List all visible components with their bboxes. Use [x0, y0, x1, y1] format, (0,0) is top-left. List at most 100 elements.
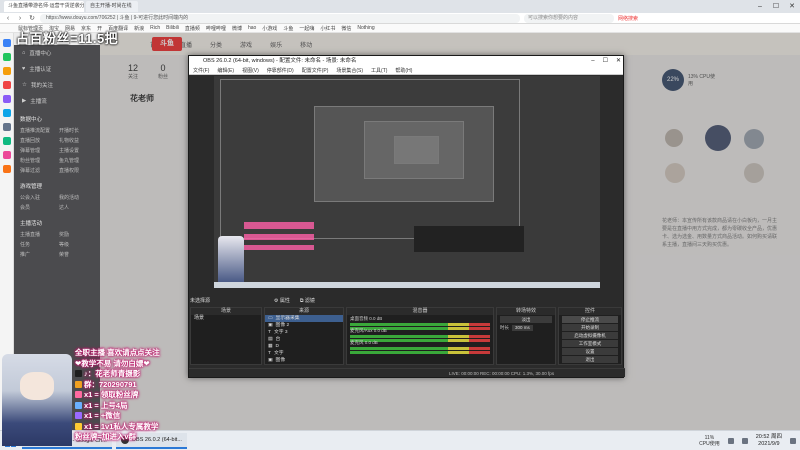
creator-grid-item[interactable]: 弹幕过滤	[20, 167, 55, 174]
creator-grid-item[interactable]: 主播直播	[20, 231, 55, 238]
notification-icon[interactable]	[790, 438, 796, 444]
tray-clock[interactable]: 20:52 周四 2021/9/9	[756, 434, 782, 448]
creator-grid-item[interactable]: 鱼丸管理	[59, 157, 94, 164]
source-item[interactable]: T 文字 3	[265, 329, 343, 336]
app-icon[interactable]	[2, 39, 11, 47]
creator-grid-item[interactable]: 直播权限	[59, 167, 94, 174]
control-button[interactable]: 开始录制	[562, 324, 618, 331]
back-icon[interactable]: ‹	[4, 15, 12, 22]
obs-preview[interactable]	[214, 76, 600, 288]
bookmark-item[interactable]: 斗鱼	[283, 25, 293, 32]
source-type-icon: T	[268, 330, 271, 335]
source-item[interactable]: T 文字	[265, 350, 343, 357]
control-button[interactable]: 工作室模式	[562, 340, 618, 347]
source-item[interactable]: ▭ 显示器采集	[265, 315, 343, 322]
control-button[interactable]: 启动虚拟摄像机	[562, 332, 618, 339]
close-icon[interactable]: ✕	[616, 56, 621, 66]
creator-grid-item[interactable]: 会员	[20, 204, 55, 211]
creator-grid-item[interactable]: 礼物收益	[59, 137, 94, 144]
creator-menu-item[interactable]: ♥ 主播认证	[14, 61, 100, 77]
mixer-dock: 混音器 桌面音频 0.0 dB 麦克风/Aux 0.0 dB 麦克风 0.0 dB	[346, 307, 494, 365]
creator-grid-item[interactable]: 荣誉	[59, 251, 94, 258]
duration-input[interactable]: 300 ms	[512, 325, 533, 331]
filters-tab[interactable]: ⧉ 滤镜	[300, 297, 315, 304]
bookmark-item[interactable]: 哔哩哔哩	[206, 25, 226, 32]
bookmark-item[interactable]: 一起嗨	[299, 25, 314, 32]
source-item[interactable]: ▤ 台	[265, 336, 343, 343]
obs-menu-item[interactable]: 配置文件(P)	[302, 67, 329, 74]
creator-menu-item[interactable]: ☆ 我的关注	[14, 77, 100, 93]
minimize-icon[interactable]: –	[591, 56, 594, 66]
control-button[interactable]: 退出	[562, 356, 618, 363]
app-icon[interactable]	[2, 53, 11, 61]
obs-menu-item[interactable]: 视图(V)	[242, 67, 259, 74]
creator-grid-item[interactable]: 直播回放	[20, 137, 55, 144]
control-button[interactable]: 设置	[562, 348, 618, 355]
source-item[interactable]: ▣ 图像 2	[265, 322, 343, 329]
source-item-label: 显示器采集	[275, 316, 300, 321]
creator-grid-item[interactable]: 达人	[59, 204, 94, 211]
creator-grid-item[interactable]: 推广	[20, 251, 55, 258]
transition-select[interactable]: 淡出	[500, 316, 552, 323]
maximize-icon[interactable]: ☐	[768, 0, 784, 13]
bookmark-item[interactable]: Bilibili	[166, 25, 179, 31]
refresh-icon[interactable]: ↻	[28, 14, 36, 22]
app-icon[interactable]	[2, 123, 11, 131]
obs-menu-item[interactable]: 场景集合(S)	[336, 67, 363, 74]
app-icon[interactable]	[2, 151, 11, 159]
creator-grid-item[interactable]: 奖励	[59, 231, 94, 238]
search-badge[interactable]: 网络搜索	[618, 15, 638, 22]
bookmark-item[interactable]: 新浪	[134, 25, 144, 32]
no-source-selected-label: 未选择源	[190, 298, 211, 304]
forward-icon[interactable]: ›	[16, 15, 24, 22]
creator-grid-item[interactable]: 直播推流配置	[20, 127, 55, 134]
obs-menu-item[interactable]: 工具(T)	[371, 67, 387, 74]
creator-menu-item[interactable]: ⌂ 直播中心	[14, 45, 100, 61]
bookmark-item[interactable]: 微博	[232, 25, 242, 32]
app-icon[interactable]	[2, 165, 11, 173]
source-item[interactable]: ▣ 图像	[265, 357, 343, 364]
minimize-icon[interactable]: –	[752, 0, 768, 13]
creator-grid-item[interactable]: 弹幕管理	[20, 147, 55, 154]
mixer-channel: 麦克风/Aux 0.0 dB	[347, 327, 493, 342]
obs-menu-item[interactable]: 文件(F)	[193, 67, 209, 74]
bookmark-item[interactable]: Nothing	[357, 25, 374, 31]
creator-grid-item[interactable]: 等级	[59, 241, 94, 248]
bookmark-item[interactable]: 小红书	[320, 25, 335, 32]
app-icon[interactable]	[2, 81, 11, 89]
network-icon[interactable]	[727, 438, 734, 444]
control-button[interactable]: 停止推流	[562, 316, 618, 323]
properties-tab[interactable]: ⚙ 属性	[274, 297, 290, 304]
volume-icon[interactable]	[741, 438, 748, 444]
browser-tab-active[interactable]: 斗鱼直播带游名师·运营干货逆袭分享会	[4, 1, 84, 12]
source-type-icon: ▦	[268, 344, 273, 349]
obs-menu-item[interactable]: 帮助(H)	[395, 67, 412, 74]
bookmark-item[interactable]: 直播频	[185, 25, 200, 32]
app-icon[interactable]	[2, 95, 11, 103]
bookmark-item[interactable]: 小游戏	[262, 25, 277, 32]
obs-menu-item[interactable]: 编辑(E)	[217, 67, 234, 74]
app-icon[interactable]	[2, 67, 11, 75]
creator-grid-item[interactable]: 任务	[20, 241, 55, 248]
creator-grid-item[interactable]: 开播时长	[59, 127, 94, 134]
creator-menu-item[interactable]: ▶ 主播流	[14, 93, 100, 109]
source-item-label: 图像	[275, 358, 286, 363]
source-item[interactable]: ▦ D	[265, 343, 343, 350]
bookmark-item[interactable]: 微信	[341, 25, 351, 32]
streamer-overlay-text: x1 = 上号4局	[84, 400, 128, 410]
browser-tab[interactable]: 自主开播-时尚在线	[86, 1, 138, 12]
close-icon[interactable]: ✕	[784, 0, 800, 13]
app-icon[interactable]	[2, 137, 11, 145]
app-icon[interactable]	[2, 109, 11, 117]
creator-grid-item[interactable]: 公会入驻	[20, 194, 55, 201]
bookmark-item[interactable]: Rich	[150, 25, 160, 31]
maximize-icon[interactable]: ☐	[603, 56, 608, 66]
obs-menu-item[interactable]: 停靠部件(D)	[267, 67, 294, 74]
bookmark-item[interactable]: hao	[248, 25, 256, 31]
creator-grid-item[interactable]: 我的活动	[59, 194, 94, 201]
creator-grid-item[interactable]: 主播设置	[59, 147, 94, 154]
creator-grid-item[interactable]: 粉丝管理	[20, 157, 55, 164]
url-input[interactable]: https://www.douyu.com/706252 | 斗鱼 | 9-可进…	[40, 13, 520, 23]
scene-item[interactable]: 场景	[191, 315, 261, 322]
browser-search-input[interactable]: 可以搜索你想要的内容	[524, 13, 614, 23]
